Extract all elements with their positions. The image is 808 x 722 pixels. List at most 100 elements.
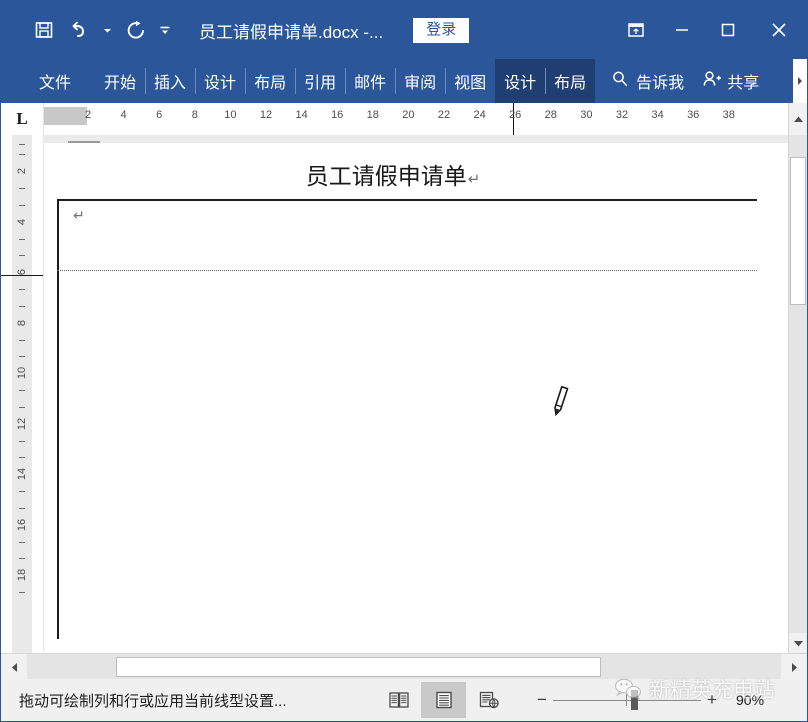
hruler-tick-label: 24 <box>473 109 486 121</box>
print-layout-view-button[interactable] <box>421 682 466 718</box>
ribbon-overflow-icon[interactable] <box>793 59 807 103</box>
hruler-tick-label: 28 <box>544 109 557 121</box>
vertical-ruler[interactable]: 2 4 6 8 10 12 14 16 18 <box>1 135 44 653</box>
table-draw-preview-line <box>57 270 757 271</box>
hruler-tick-label: 34 <box>651 109 664 121</box>
person-add-icon <box>702 70 722 93</box>
minimize-icon[interactable] <box>659 7 705 53</box>
document-table[interactable]: ↵ <box>57 199 757 639</box>
tab-table-design[interactable]: 设计 <box>495 59 546 103</box>
vruler-tick-label: 12 <box>16 417 28 430</box>
word-application-window: 员工请假申请单.docx -... 登录 文件 开始 插入 设计 布局 引用 邮… <box>0 0 808 722</box>
vruler-tick-label: 18 <box>16 568 28 582</box>
zoom-control: − + <box>531 681 723 719</box>
vertical-scrollbar[interactable] <box>788 135 807 653</box>
horizontal-ruler-row: L 2 4 6 8 10 12 14 16 18 20 22 24 26 28 30 32 34 36 38 <box>1 103 807 135</box>
status-message: 拖动可绘制列和行或应用当前线型设置... <box>19 692 287 710</box>
ruler-left-margin <box>44 107 87 125</box>
ribbon-display-options-icon[interactable] <box>613 7 659 53</box>
hruler-tick-label: 38 <box>722 109 735 121</box>
vruler-tick <box>19 440 25 442</box>
vruler-tick <box>19 144 25 145</box>
draw-table-pencil-cursor-icon <box>547 384 573 420</box>
search-icon <box>611 70 629 93</box>
vruler-tick <box>19 457 25 458</box>
vertical-scrollbar-thumb[interactable] <box>790 157 806 305</box>
zoom-slider-thumb[interactable] <box>631 690 638 710</box>
tab-home[interactable]: 开始 <box>95 59 145 103</box>
quick-access-toolbar <box>27 13 177 47</box>
hruler-tick-label: 22 <box>437 109 451 121</box>
vruler-tick-label: 4 <box>16 218 28 225</box>
document-page[interactable]: 员工请假申请单↵ ↵ <box>44 135 788 653</box>
hruler-tick-label: 32 <box>615 109 629 121</box>
hruler-tick-label: 2 <box>84 109 92 121</box>
vertical-scroll-up-button[interactable] <box>788 103 807 135</box>
title-bar: 员工请假申请单.docx -... 登录 <box>1 1 807 59</box>
undo-icon[interactable] <box>61 13 95 47</box>
hruler-tick-label: 8 <box>191 109 198 121</box>
tab-mailings[interactable]: 邮件 <box>345 59 395 103</box>
vruler-tick <box>19 390 25 391</box>
vruler-tick <box>19 507 25 509</box>
hruler-tick-label: 6 <box>156 109 163 121</box>
tell-me-box[interactable]: 告诉我 <box>595 59 684 103</box>
vruler-tick <box>19 204 25 206</box>
vruler-tick-label: 2 <box>16 167 28 175</box>
vruler-tick-label: 16 <box>16 518 28 531</box>
close-icon[interactable] <box>751 7 807 53</box>
vruler-tick-label: 8 <box>16 319 28 326</box>
tab-review[interactable]: 审阅 <box>395 59 445 103</box>
undo-dropdown-icon[interactable] <box>95 13 119 47</box>
save-icon[interactable] <box>27 13 61 47</box>
vertical-scroll-down-button[interactable] <box>789 633 807 653</box>
hruler-tick-label: 4 <box>120 109 127 121</box>
hruler-tick-label: 36 <box>687 109 700 121</box>
hruler-tick-label: 30 <box>580 109 593 121</box>
customize-qat-icon[interactable] <box>153 13 177 47</box>
tab-design[interactable]: 设计 <box>195 59 245 103</box>
vruler-tick <box>19 154 25 155</box>
sign-in-button[interactable]: 登录 <box>413 17 470 43</box>
editing-surface: 2 4 6 8 10 12 14 16 18 员工请假申请单↵ ↵ <box>1 135 807 653</box>
document-heading[interactable]: 员工请假申请单↵ <box>44 157 742 191</box>
horizontal-scrollbar-thumb[interactable] <box>116 657 601 677</box>
tab-file[interactable]: 文件 <box>25 59 85 103</box>
maximize-icon[interactable] <box>705 7 751 53</box>
zoom-slider[interactable] <box>553 682 701 718</box>
horizontal-scroll-right-button[interactable] <box>781 654 807 680</box>
vruler-tick-label: 6 <box>16 268 28 276</box>
share-button[interactable]: 共享 <box>684 59 759 103</box>
redo-icon[interactable] <box>119 13 153 47</box>
vruler-tick-label: 10 <box>16 366 28 380</box>
indent-marker[interactable] <box>68 141 100 143</box>
hruler-tick-label: 16 <box>331 109 344 121</box>
heading-text: 员工请假申请单 <box>305 163 467 189</box>
view-mode-buttons <box>376 681 511 719</box>
vruler-tick <box>19 255 25 256</box>
zoom-slider-midpoint <box>626 694 627 706</box>
tab-layout[interactable]: 布局 <box>245 59 295 103</box>
hruler-tick-label: 26 <box>509 109 522 121</box>
hruler-tick-label: 20 <box>402 109 415 121</box>
window-controls <box>613 1 807 59</box>
vruler-tick <box>19 356 25 357</box>
horizontal-scrollbar[interactable] <box>1 653 807 680</box>
ribbon-tab-bar: 文件 开始 插入 设计 布局 引用 邮件 审阅 视图 设计 布局 告诉我 共享 <box>1 59 807 103</box>
tab-references[interactable]: 引用 <box>295 59 345 103</box>
read-mode-view-button[interactable] <box>376 682 421 718</box>
tab-table-layout[interactable]: 布局 <box>545 59 596 103</box>
horizontal-scroll-left-button[interactable] <box>1 654 27 680</box>
web-layout-view-button[interactable] <box>466 682 511 718</box>
tab-view[interactable]: 视图 <box>445 59 495 103</box>
horizontal-ruler[interactable]: 2 4 6 8 10 12 14 16 18 20 22 24 26 28 30 32 34 36 38 <box>44 103 788 135</box>
zoom-level-label[interactable]: 90% <box>736 679 764 721</box>
vruler-tick <box>19 305 25 307</box>
cell-paragraph-mark-icon: ↵ <box>73 207 85 223</box>
document-canvas[interactable]: 员工请假申请单↵ ↵ <box>44 135 788 653</box>
vruler-top-margin-line <box>1 275 43 276</box>
tab-stop-selector[interactable]: L <box>1 103 44 135</box>
zoom-in-button[interactable]: + <box>701 682 723 718</box>
tab-insert[interactable]: 插入 <box>145 59 195 103</box>
zoom-out-button[interactable]: − <box>531 682 553 718</box>
